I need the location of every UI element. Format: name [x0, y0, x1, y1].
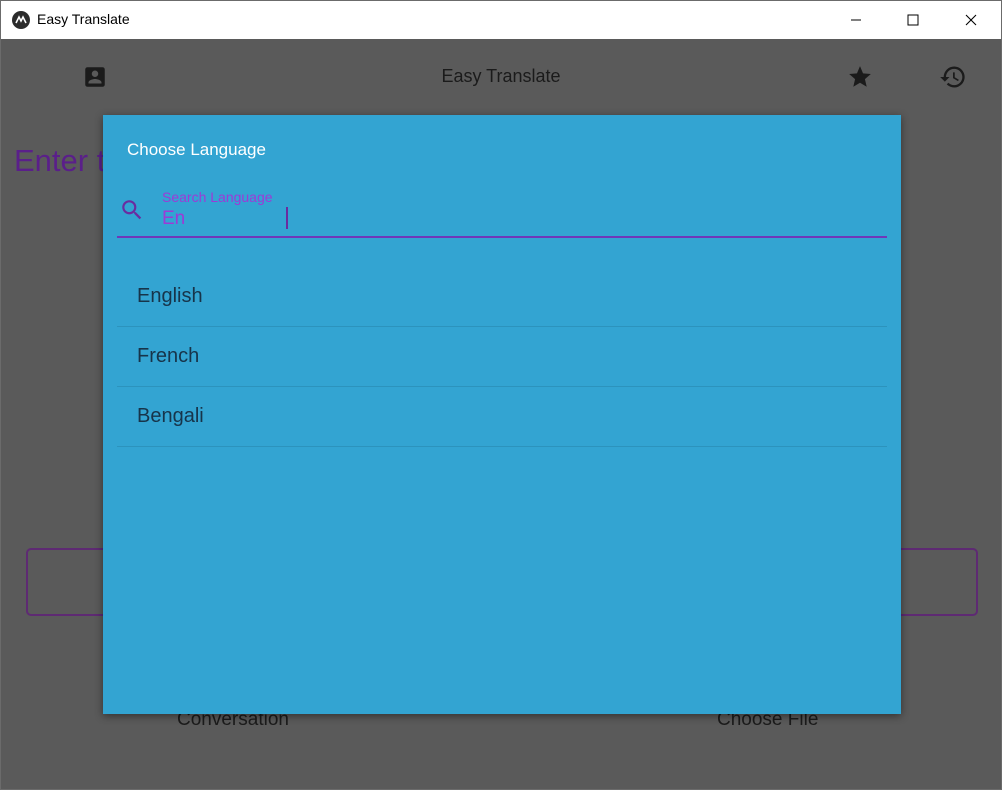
language-item-bengali[interactable]: Bengali [117, 387, 887, 447]
language-item-label: Bengali [137, 405, 204, 427]
history-icon [940, 66, 965, 88]
search-icon [122, 200, 142, 220]
close-button[interactable] [948, 1, 994, 39]
app-window: Easy Translate Easy Translate Enter t Co… [0, 0, 1002, 790]
top-app-bar: Easy Translate [1, 39, 1001, 115]
window-title: Easy Translate [37, 11, 130, 27]
enter-text-prompt: Enter t [14, 143, 106, 178]
close-icon [965, 14, 977, 26]
choose-language-dialog: Choose Language Search Language English … [103, 115, 901, 714]
maximize-icon [907, 14, 919, 26]
language-item-french[interactable]: French [117, 327, 887, 387]
minimize-icon [851, 19, 861, 21]
maximize-button[interactable] [890, 1, 936, 39]
kivy-logo-icon [12, 11, 30, 29]
language-item-english[interactable]: English [117, 267, 887, 327]
search-field-label: Search Language [162, 189, 273, 205]
favorites-button[interactable] [846, 63, 874, 91]
history-button[interactable] [939, 63, 967, 91]
text-cursor [286, 207, 288, 229]
search-field[interactable]: Search Language [117, 183, 887, 238]
star-icon [849, 66, 871, 87]
language-item-label: French [137, 345, 200, 367]
window-titlebar: Easy Translate [1, 1, 1001, 39]
search-input[interactable] [162, 207, 862, 231]
language-item-label: English [137, 285, 203, 307]
language-list: English French Bengali [117, 267, 887, 447]
dialog-title: Choose Language [127, 140, 266, 159]
minimize-button[interactable] [833, 1, 879, 39]
